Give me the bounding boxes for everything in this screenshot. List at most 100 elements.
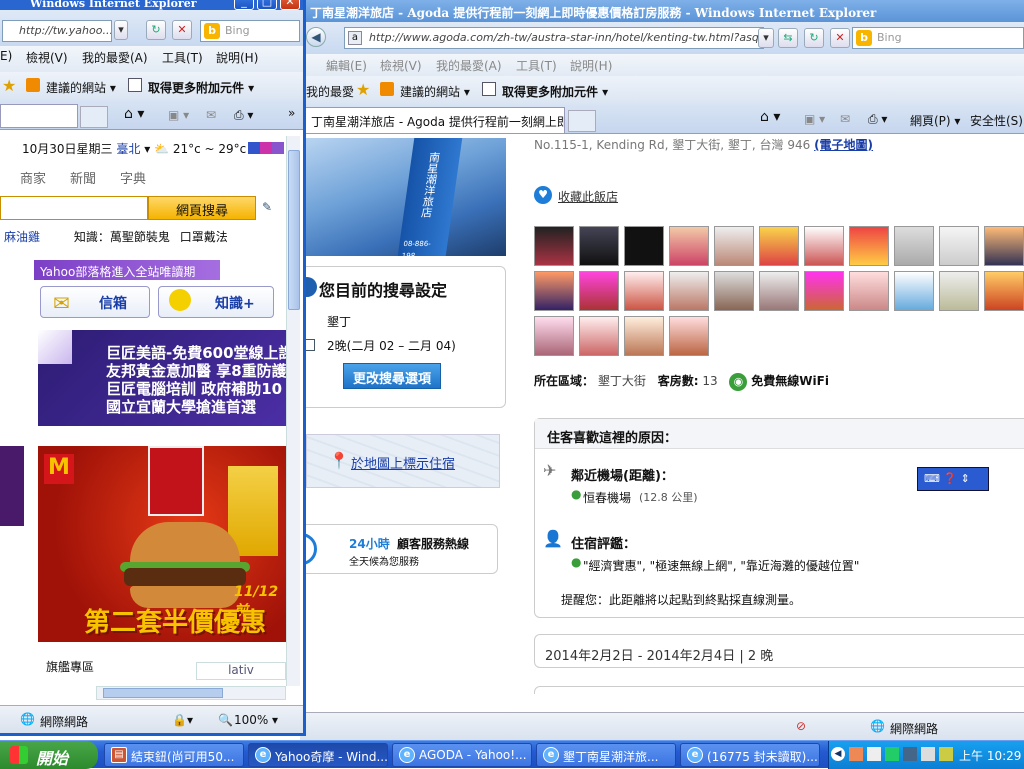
- minimize-button[interactable]: _: [234, 0, 254, 10]
- photo-thumb[interactable]: [894, 226, 934, 266]
- dropdown-icon[interactable]: ▾: [144, 142, 150, 156]
- photo-thumb[interactable]: [804, 271, 844, 311]
- zoom-level[interactable]: 100%: [234, 713, 268, 727]
- stop-icon[interactable]: ✕: [830, 28, 850, 48]
- maximize-button[interactable]: □: [257, 0, 277, 10]
- feeds-icon[interactable]: ▣ ▾: [168, 108, 189, 122]
- mini-map[interactable]: 📍 於地圖上標示住宿: [306, 434, 500, 488]
- menu-view[interactable]: 檢視(V): [26, 49, 68, 66]
- protected-mode-icon[interactable]: 🔒▾: [172, 713, 193, 727]
- more-chevron-icon[interactable]: »: [288, 106, 295, 120]
- url-dropdown-icon[interactable]: ▾: [114, 20, 128, 40]
- addons-link[interactable]: 取得更多附加元件 ▾: [148, 79, 254, 96]
- menu-tools[interactable]: 工具(T): [516, 57, 557, 74]
- print-icon[interactable]: ⎙ ▾: [868, 112, 887, 127]
- menu-favorites[interactable]: 我的最愛(A): [82, 49, 148, 66]
- menu-tools[interactable]: 工具(T): [162, 49, 203, 66]
- heart-icon[interactable]: ♥: [534, 186, 552, 204]
- photo-thumb[interactable]: [534, 226, 574, 266]
- menu-favorites[interactable]: 我的最愛(A): [436, 57, 502, 74]
- tray-expand-icon[interactable]: ◀: [831, 747, 845, 761]
- back-nav-icon[interactable]: ◀: [306, 27, 326, 47]
- home-icon[interactable]: ⌂ ▾: [760, 109, 780, 125]
- yahoo-horizontal-scrollbar[interactable]: [96, 686, 286, 700]
- taskbar-button[interactable]: ▤ 結束鈕(尚可用50...: [104, 743, 244, 767]
- mask-link[interactable]: 口罩戴法: [180, 230, 228, 244]
- taskbar-button[interactable]: e Yahoo奇摩 - Wind...: [248, 743, 388, 767]
- photo-thumb[interactable]: [669, 226, 709, 266]
- yahoo-tab[interactable]: [0, 104, 78, 128]
- photo-thumb[interactable]: [939, 271, 979, 311]
- menu-edit[interactable]: 編輯(E): [326, 57, 367, 74]
- taskbar-button[interactable]: e (16775 封未讀取)...: [680, 743, 820, 767]
- suggested-sites-link[interactable]: 建議的網站 ▾: [46, 79, 116, 96]
- taskbar-button[interactable]: e AGODA - Yahoo!...: [392, 743, 532, 767]
- photo-thumb[interactable]: [894, 271, 934, 311]
- mcdonalds-ad-banner[interactable]: M 11/12前 第二套半價優惠: [38, 446, 288, 642]
- photo-thumb[interactable]: [624, 271, 664, 311]
- ad-line[interactable]: 國立宜蘭大學搶進首選: [106, 396, 256, 417]
- addons-link[interactable]: 取得更多附加元件 ▾: [502, 83, 608, 100]
- photo-thumb[interactable]: [624, 316, 664, 356]
- mail-icon[interactable]: ✉: [206, 108, 216, 122]
- lativ-link[interactable]: lativ: [196, 662, 286, 680]
- photo-thumb[interactable]: [624, 226, 664, 266]
- tray-app-icon[interactable]: [921, 747, 935, 761]
- web-search-button[interactable]: 網頁搜尋: [148, 196, 256, 220]
- favorites-label[interactable]: 我的最愛: [306, 83, 354, 100]
- clock[interactable]: 上午 10:29: [959, 747, 1021, 764]
- photo-thumb[interactable]: [669, 271, 709, 311]
- photo-thumb[interactable]: [984, 226, 1024, 266]
- photo-thumb[interactable]: [984, 271, 1024, 311]
- refresh-icon[interactable]: ↻: [146, 20, 166, 40]
- agoda-url-input[interactable]: http://www.agoda.com/zh-tw/austra-star-i…: [344, 27, 764, 49]
- zoom-dropdown-icon[interactable]: ▾: [272, 713, 278, 727]
- photo-thumb[interactable]: [714, 226, 754, 266]
- photo-thumb[interactable]: [669, 316, 709, 356]
- knowledge-button[interactable]: 知識+: [158, 286, 274, 318]
- education-ad-banner[interactable]: 巨匠美語-免費600堂線上課 友邦黃金意加醫 享8重防護 巨匠電腦培訓 政府補助…: [38, 330, 294, 426]
- photo-thumb[interactable]: [534, 271, 574, 311]
- stop-icon[interactable]: ✕: [172, 20, 192, 40]
- taskbar-button[interactable]: e 墾丁南星潮洋旅...: [536, 743, 676, 767]
- feeds-icon[interactable]: ▣ ▾: [804, 112, 825, 126]
- compat-view-icon[interactable]: ⇆: [778, 28, 798, 48]
- new-tab-button[interactable]: [568, 110, 596, 132]
- star-icon[interactable]: ★: [2, 76, 16, 95]
- photo-thumb[interactable]: [579, 271, 619, 311]
- side-ad-strip[interactable]: [0, 446, 24, 526]
- city-select[interactable]: 臺北: [116, 142, 140, 156]
- photo-thumb[interactable]: [804, 226, 844, 266]
- close-button[interactable]: ✕: [280, 0, 300, 10]
- photo-thumb[interactable]: [714, 271, 754, 311]
- menu-view[interactable]: 檢視(V): [380, 57, 422, 74]
- tab-agoda-hotel[interactable]: 丁南星潮洋旅店 - Agoda 提供行程前一刻網上即...: [300, 107, 565, 133]
- tab-business[interactable]: 商家: [20, 168, 46, 187]
- photo-thumb[interactable]: [939, 226, 979, 266]
- star-icon[interactable]: ★: [356, 80, 370, 99]
- tab-news[interactable]: 新聞: [70, 168, 96, 187]
- suggested-sites-link[interactable]: 建議的網站 ▾: [400, 83, 470, 100]
- bing-search-input[interactable]: Bing: [852, 27, 1024, 49]
- tray-app-icon[interactable]: [849, 747, 863, 761]
- tray-app-icon[interactable]: [903, 747, 917, 761]
- print-icon[interactable]: ⎙ ▾: [234, 108, 253, 123]
- mail-button[interactable]: ✉ 信箱: [40, 286, 150, 318]
- start-button[interactable]: 開始: [0, 741, 98, 769]
- menu-help[interactable]: 說明(H): [570, 57, 612, 74]
- ime-toolbar[interactable]: ⌨ ❓ ⇕: [917, 467, 989, 491]
- photo-thumb[interactable]: [849, 271, 889, 311]
- tray-app-icon[interactable]: [939, 747, 953, 761]
- yahoo-url-input[interactable]: http://tw.yahoo...: [2, 20, 112, 42]
- search-input[interactable]: [0, 196, 148, 220]
- menu-edit[interactable]: E): [0, 49, 12, 63]
- yahoo-vertical-scrollbar[interactable]: [286, 136, 300, 686]
- map-link[interactable]: (電子地圖): [814, 138, 873, 152]
- photo-thumb[interactable]: [759, 226, 799, 266]
- photo-thumb[interactable]: [849, 226, 889, 266]
- hot-link[interactable]: 麻油雞: [4, 230, 40, 244]
- refresh-icon[interactable]: ↻: [804, 28, 824, 48]
- tray-app-icon[interactable]: [885, 747, 899, 761]
- photo-thumb[interactable]: [579, 226, 619, 266]
- menu-help[interactable]: 說明(H): [216, 49, 258, 66]
